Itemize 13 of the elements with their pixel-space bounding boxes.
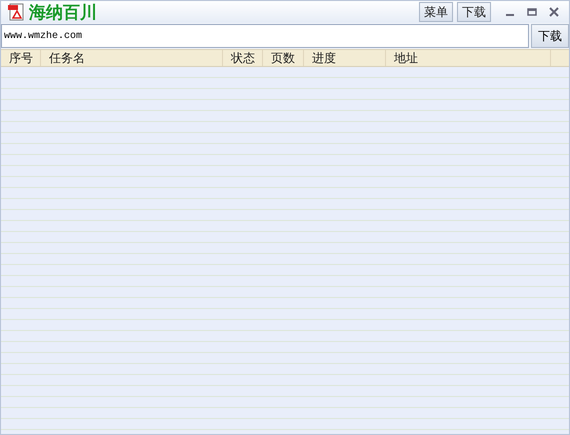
url-field[interactable]: www.wmzhe.com xyxy=(1,24,529,48)
download-button[interactable]: 下载 xyxy=(531,24,569,48)
column-header[interactable]: 进度 xyxy=(304,50,386,66)
close-icon[interactable] xyxy=(547,5,561,19)
column-header[interactable]: 任务名 xyxy=(41,50,223,66)
column-header[interactable]: 序号 xyxy=(1,50,41,66)
column-header[interactable]: 地址 xyxy=(386,50,551,66)
pdf-file-icon xyxy=(7,3,25,21)
app-title: 海纳百川 xyxy=(29,2,98,24)
download-tab[interactable]: 下载 xyxy=(457,2,491,22)
menu-button[interactable]: 菜单 xyxy=(419,2,453,22)
column-header[interactable]: 状态 xyxy=(223,50,263,66)
column-header[interactable]: 页数 xyxy=(263,50,304,66)
